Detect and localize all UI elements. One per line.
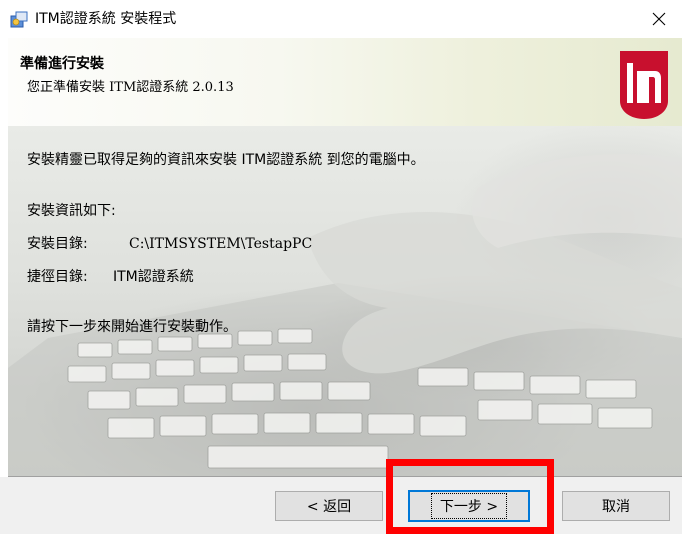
next-button[interactable]: 下一步 >	[408, 490, 530, 522]
close-button[interactable]	[636, 0, 682, 38]
installer-icon	[10, 11, 28, 28]
back-button[interactable]: < 返回	[275, 491, 383, 521]
cancel-button[interactable]: 取消	[562, 491, 670, 521]
install-dir-value: C:\ITMSYSTEM\TestapPC	[129, 236, 313, 252]
intro-text: 安裝精靈已取得足夠的資訊來安裝 ITM認證系統 到您的電腦中。	[27, 152, 425, 168]
install-dir-label: 安裝目錄:	[27, 236, 88, 252]
instruction-text: 請按下一步來開始進行安裝動作。	[27, 319, 237, 335]
title-bar: ITM認證系統 安裝程式	[0, 0, 682, 38]
shortcut-value: ITM認證系統	[113, 269, 194, 285]
info-heading: 安裝資訊如下:	[27, 203, 116, 219]
next-button-label: 下一步 >	[430, 493, 508, 519]
shortcut-label: 捷徑目錄:	[27, 269, 88, 285]
page-subtitle: 您正準備安裝 ITM認證系統 2.0.13	[27, 80, 234, 95]
window-title: ITM認證系統 安裝程式	[35, 11, 177, 27]
itm-logo	[620, 51, 668, 119]
close-icon	[652, 12, 666, 26]
page-title: 準備進行安裝	[20, 56, 104, 72]
